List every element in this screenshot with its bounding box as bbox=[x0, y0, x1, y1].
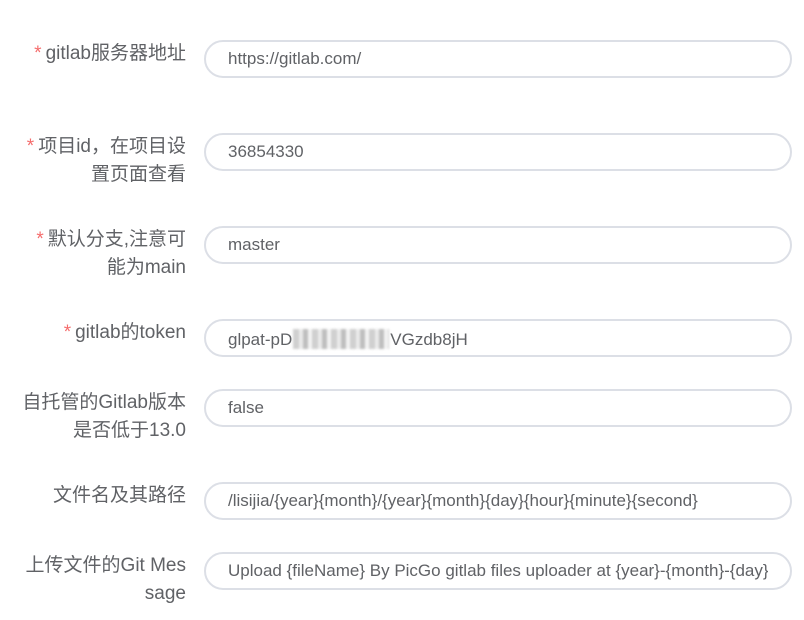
token-value-suffix: VGzdb8jH bbox=[390, 330, 468, 349]
field-label-text: 默认分支,注意可能为main bbox=[47, 229, 186, 278]
project-id-input[interactable] bbox=[204, 133, 792, 171]
field-label: * 默认分支,注意可能为main bbox=[20, 226, 186, 282]
settings-form: *gitlab服务器地址 *项目id，在项目设置页面查看 *默认分支,注意可能为… bbox=[0, 0, 804, 620]
field-label-text: 自托管的Gitlab版本是否低于13.0 bbox=[22, 392, 186, 441]
required-star: * bbox=[63, 322, 72, 343]
server-url-input[interactable] bbox=[204, 40, 792, 78]
file-path-input[interactable] bbox=[204, 482, 792, 520]
field-label: 自托管的Gitlab版本是否低于13.0 bbox=[20, 389, 186, 445]
required-star: * bbox=[36, 229, 44, 250]
commit-message-input[interactable] bbox=[204, 552, 792, 590]
token-value-prefix: glpat-pD bbox=[228, 330, 293, 349]
redacted-token-mask bbox=[293, 329, 390, 349]
legacy-version-input[interactable] bbox=[204, 389, 792, 427]
token-input[interactable]: glpat-pD VGzdb8jH bbox=[204, 319, 792, 357]
required-star: * bbox=[26, 136, 35, 157]
field-label: * gitlab的token bbox=[20, 319, 186, 347]
field-label-text: 项目id，在项目设置页面查看 bbox=[38, 136, 186, 185]
field-label-text: gitlab服务器地址 bbox=[45, 43, 186, 64]
field-label-text: gitlab的token bbox=[75, 322, 186, 343]
field-label-text: 上传文件的Git Message bbox=[25, 555, 186, 604]
field-label: 上传文件的Git Message bbox=[20, 552, 186, 608]
default-branch-input[interactable] bbox=[204, 226, 792, 264]
field-label: * gitlab服务器地址 bbox=[20, 40, 186, 68]
field-label: * 项目id，在项目设置页面查看 bbox=[20, 133, 186, 189]
field-label-text: 文件名及其路径 bbox=[52, 485, 186, 506]
required-star: * bbox=[34, 43, 42, 64]
field-label: 文件名及其路径 bbox=[20, 482, 186, 510]
